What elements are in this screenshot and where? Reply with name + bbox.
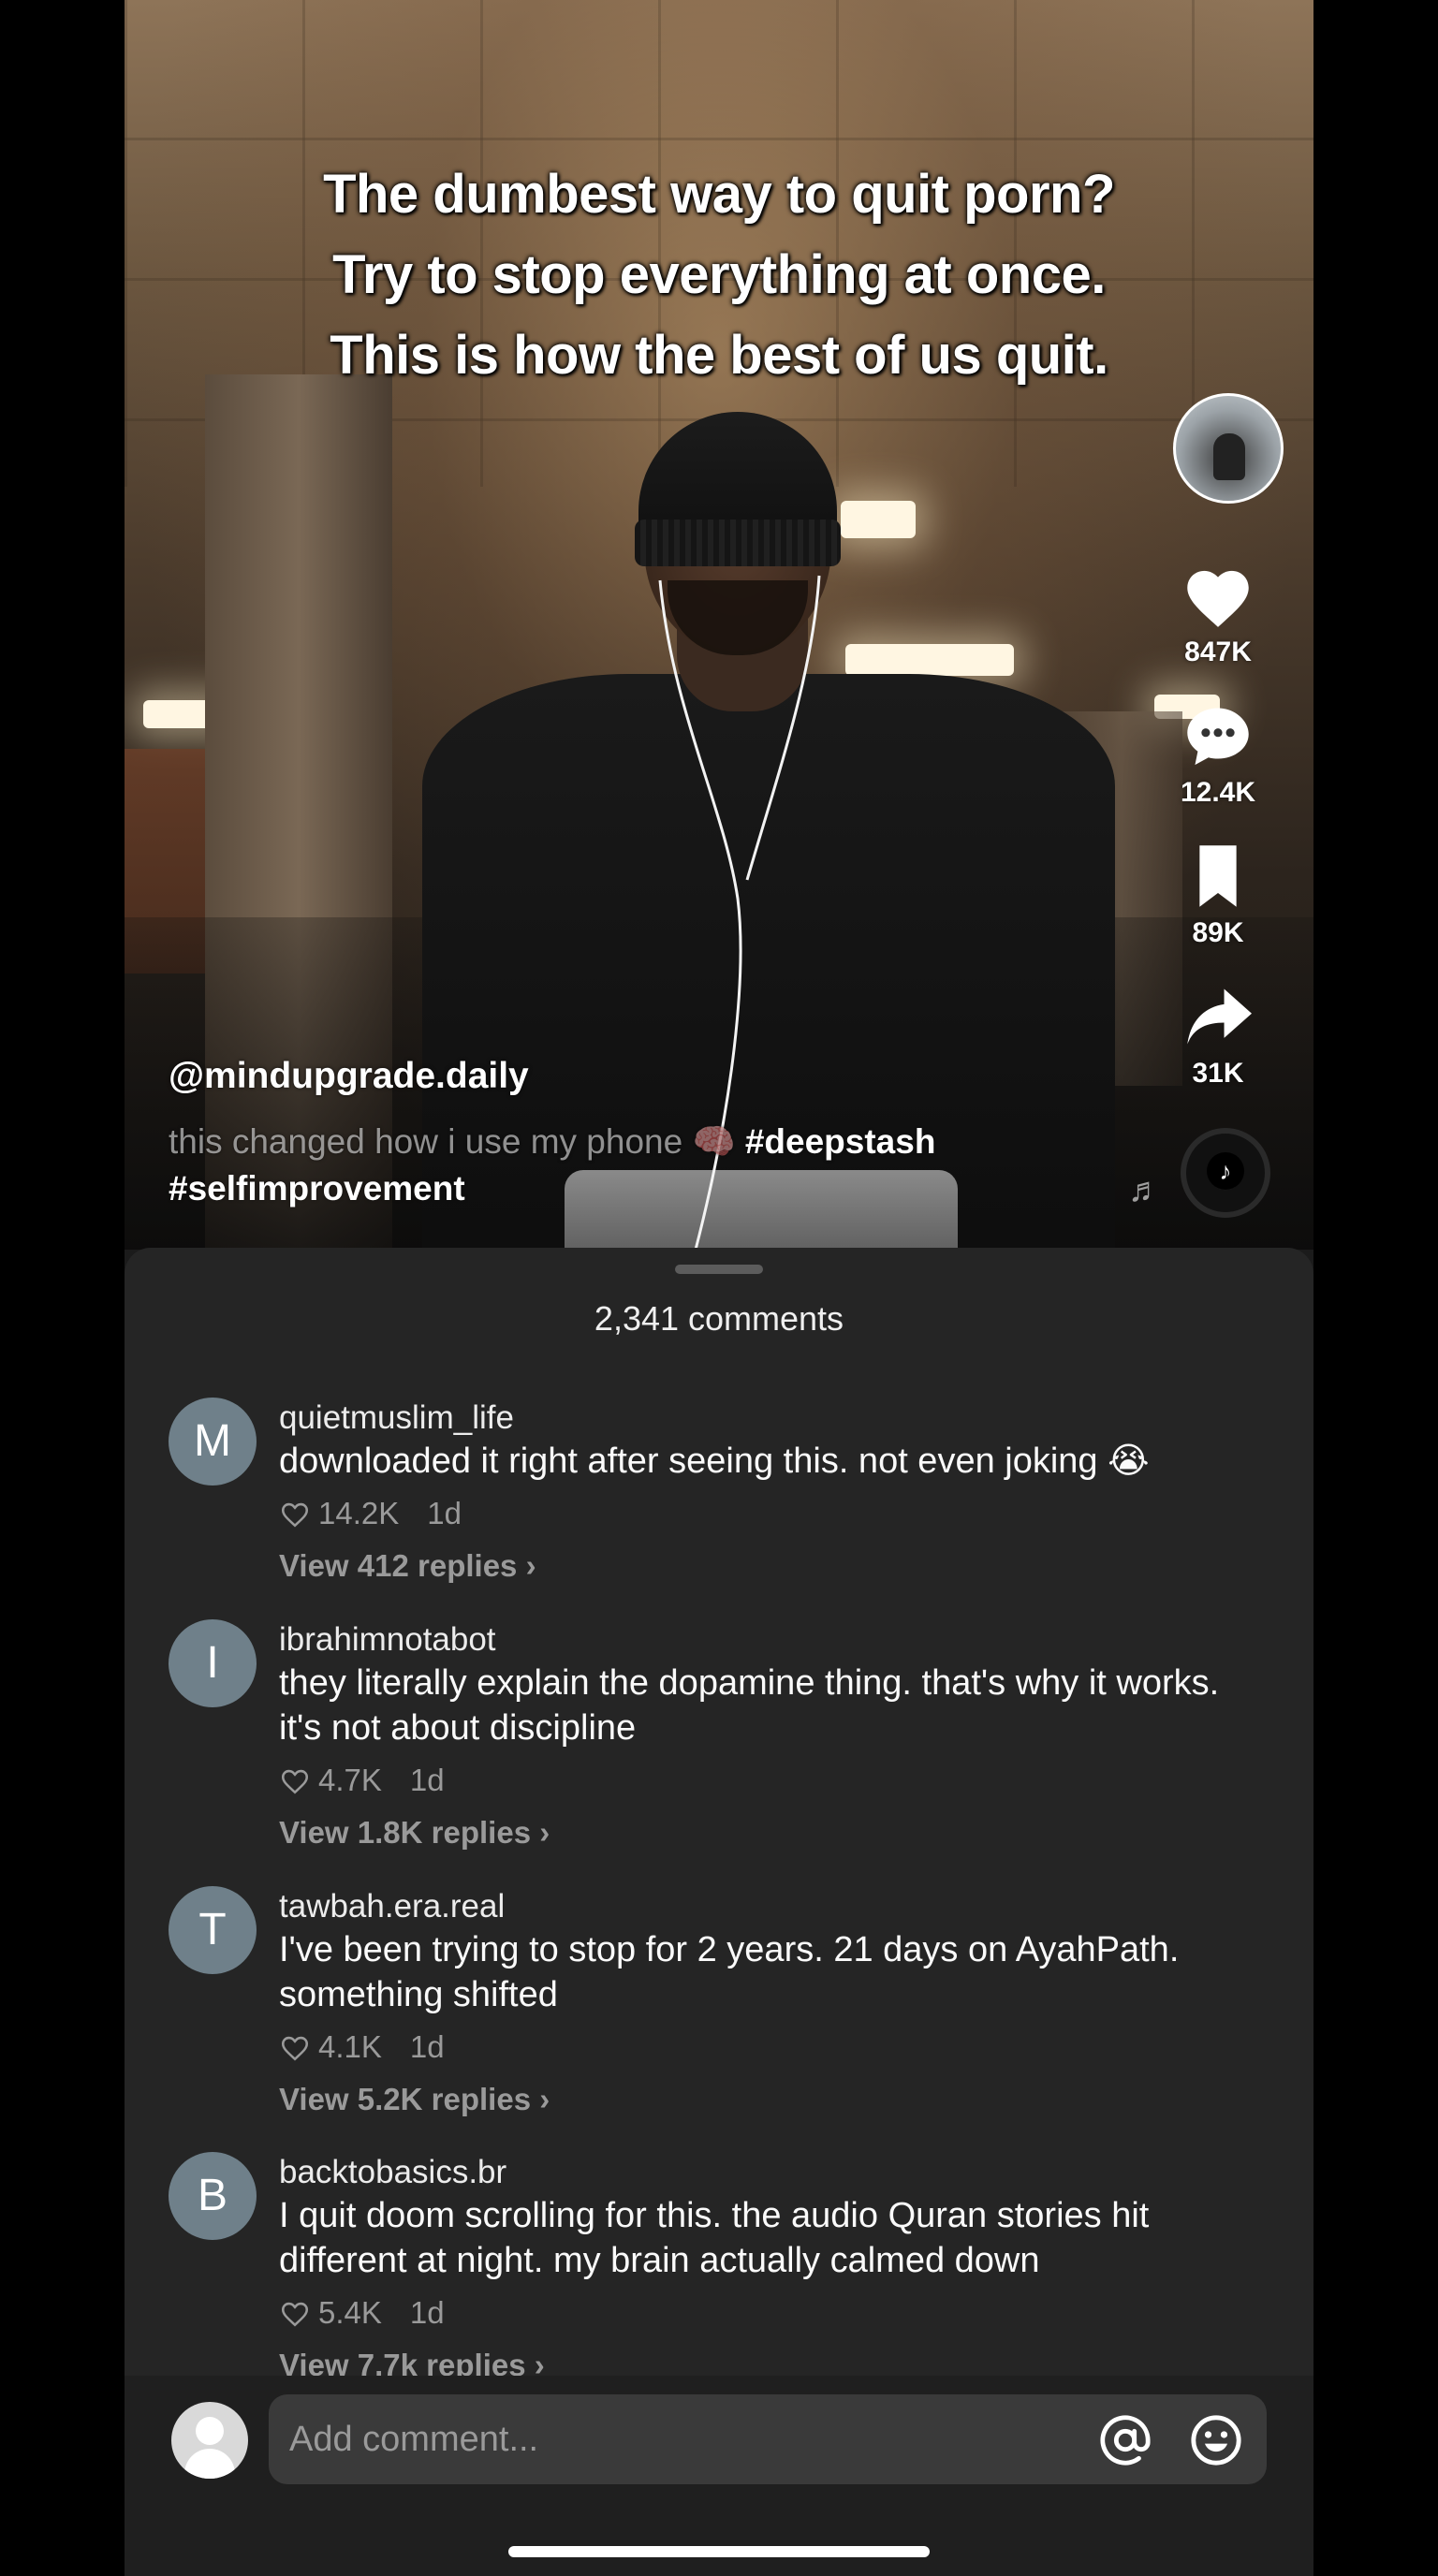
video-description: this changed how i use my phone 🧠 #deeps… — [169, 1119, 1067, 1212]
comment-time: 1d — [427, 1496, 462, 1530]
save-button[interactable]: 89K — [1152, 842, 1284, 949]
comment-text: I've been trying to stop for 2 years. 21… — [279, 1930, 1180, 2014]
creator-username[interactable]: @mindupgrade.daily — [169, 1056, 529, 1097]
commenter-username[interactable]: quietmuslim_life — [279, 1398, 1262, 1439]
heart-outline-icon[interactable] — [279, 2032, 311, 2062]
phone-screen: The dumbest way to quit porn? Try to sto… — [125, 0, 1313, 2576]
comment-text: I quit doom scrolling for this. the audi… — [279, 2196, 1150, 2280]
my-avatar — [171, 2402, 248, 2479]
comment-meta: 4.1K 1d — [279, 2027, 1262, 2068]
commenter-avatar[interactable]: T — [169, 1886, 257, 1974]
description-text: this changed how i use my phone 🧠 — [169, 1122, 736, 1161]
home-indicator[interactable] — [508, 2546, 930, 2557]
caption-line-3: This is how the best of us quit. — [330, 325, 1108, 386]
comment-text: downloaded it right after seeing this. n… — [279, 1442, 1150, 1481]
tiktok-logo-icon: ♪ — [1207, 1152, 1244, 1190]
bookmark-icon — [1199, 845, 1237, 907]
heart-outline-icon[interactable] — [279, 1499, 311, 1529]
like-button[interactable]: 847K — [1152, 562, 1284, 668]
commenter-avatar[interactable]: B — [169, 2152, 257, 2240]
commenter-avatar[interactable]: M — [169, 1398, 257, 1486]
comment-like-count: 14.2K — [318, 1496, 400, 1530]
comment-bubble-icon — [1187, 708, 1249, 766]
comment-time: 1d — [409, 1763, 445, 1797]
share-count: 31K — [1192, 1058, 1244, 1089]
commenter-username[interactable]: tawbah.era.real — [279, 1886, 1262, 1927]
comment-time: 1d — [409, 2295, 445, 2330]
video-caption: The dumbest way to quit porn? Try to sto… — [125, 154, 1313, 396]
comment-input-bar — [125, 2376, 1313, 2576]
comment-like-count: 4.7K — [318, 1763, 382, 1797]
comment-meta: 14.2K 1d — [279, 1493, 1262, 1534]
commenter-avatar[interactable]: I — [169, 1619, 257, 1707]
comment-button[interactable]: 12.4K — [1152, 702, 1284, 809]
mention-at-icon[interactable] — [1098, 2413, 1152, 2467]
music-note-icon: ♬ — [1128, 1170, 1162, 1208]
comment-text: they literally explain the dopamine thin… — [279, 1663, 1220, 1748]
share-button[interactable]: 31K — [1152, 983, 1284, 1090]
comment-like-count: 4.1K — [318, 2029, 382, 2064]
comment-like-count: 5.4K — [318, 2295, 382, 2330]
comment-time: 1d — [409, 2029, 445, 2064]
caption-line-1: The dumbest way to quit porn? — [323, 164, 1115, 225]
like-count: 847K — [1184, 637, 1252, 667]
hashtag[interactable]: #deepstash — [745, 1122, 936, 1161]
caption-line-2: Try to stop everything at once. — [332, 244, 1106, 305]
commenter-username[interactable]: backtobasics.br — [279, 2152, 1262, 2193]
heart-outline-icon[interactable] — [279, 1765, 311, 1795]
heart-icon — [1187, 570, 1249, 627]
view-replies-link[interactable]: View 412 replies › — [279, 1545, 1262, 1587]
creator-avatar[interactable] — [1173, 393, 1284, 504]
music-disc[interactable]: ♪ — [1181, 1128, 1270, 1218]
view-replies-link[interactable]: View 5.2K replies › — [279, 2079, 1262, 2120]
comment-meta: 5.4K 1d — [279, 2292, 1262, 2334]
comments-count-title: 2,341 comments — [594, 1299, 844, 1338]
comment-meta: 4.7K 1d — [279, 1760, 1262, 1801]
emoji-icon[interactable] — [1189, 2413, 1243, 2467]
hashtag[interactable]: #selfimprovement — [169, 1169, 465, 1208]
commenter-username[interactable]: ibrahimnotabot — [279, 1619, 1262, 1661]
comment-count: 12.4K — [1180, 777, 1256, 808]
heart-outline-icon[interactable] — [279, 2298, 311, 2328]
sheet-drag-handle[interactable] — [675, 1265, 763, 1274]
video-player[interactable]: The dumbest way to quit porn? Try to sto… — [125, 0, 1313, 1250]
view-replies-link[interactable]: View 1.8K replies › — [279, 1812, 1262, 1853]
share-arrow-icon — [1187, 988, 1252, 1045]
save-count: 89K — [1192, 917, 1244, 948]
